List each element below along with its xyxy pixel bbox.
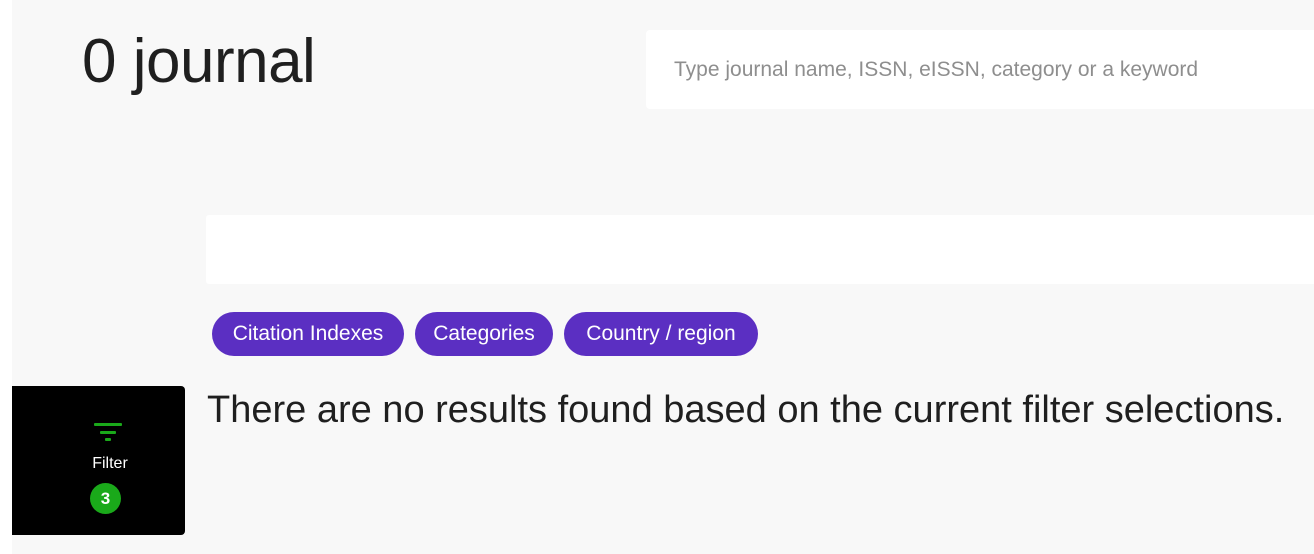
search-box[interactable] bbox=[646, 30, 1314, 109]
journal-search-page: 0 journal Citation Indexes Categories Co… bbox=[12, 0, 1314, 554]
filter-label: Filter bbox=[92, 455, 128, 472]
filter-chip-categories[interactable]: Categories bbox=[415, 312, 553, 356]
search-input[interactable] bbox=[646, 30, 1314, 109]
page-title: 0 journal bbox=[82, 27, 316, 96]
filter-count-badge: 3 bbox=[90, 483, 121, 514]
active-filters-bar bbox=[206, 215, 1314, 284]
filter-chip-citation-indexes[interactable]: Citation Indexes bbox=[212, 312, 404, 356]
filter-chip-list: Citation Indexes Categories Country / re… bbox=[212, 312, 758, 356]
filter-icon bbox=[94, 423, 122, 441]
filter-chip-country-region[interactable]: Country / region bbox=[564, 312, 758, 356]
filter-button[interactable]: Filter 3 bbox=[12, 386, 185, 535]
no-results-message: There are no results found based on the … bbox=[207, 389, 1285, 431]
